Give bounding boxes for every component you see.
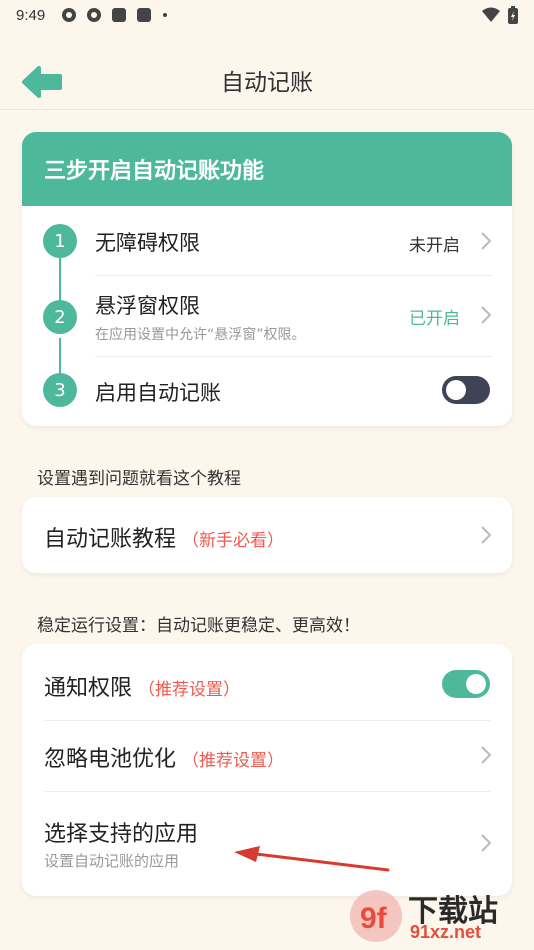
tutorial-title-line: 自动记账教程 （新手必看） — [44, 521, 284, 553]
setting-hint: （推荐设置） — [182, 751, 285, 771]
setting-title: 通知权限 — [44, 676, 133, 701]
setting-title-line: 忽略电池优化 （推荐设置） — [44, 741, 284, 773]
setting-title: 忽略电池优化 — [44, 747, 177, 772]
setting-title-line: 通知权限 （推荐设置） — [44, 670, 240, 702]
step-title: 无障碍权限 — [95, 231, 200, 255]
watermark-logo-icon: 9f — [350, 890, 402, 942]
steps-card-heading: 三步开启自动记账功能 — [22, 132, 512, 206]
notification-permission-row[interactable]: 通知权限 （推荐设置） — [22, 644, 512, 720]
app-notification-icon — [137, 8, 152, 22]
chevron-right-icon — [481, 834, 492, 852]
site-watermark: 9f 下载站 91xz.net — [348, 886, 528, 946]
step-enable-auto-bookkeeping: 3 启用自动记账 — [22, 357, 512, 425]
more-notifications-dot — [163, 13, 168, 17]
step-status: 未开启 — [409, 236, 460, 256]
status-bar: 9:49 — [0, 0, 534, 30]
notification-permission-toggle[interactable] — [442, 670, 490, 698]
setting-subtitle: 设置自动记账的应用 — [44, 852, 180, 870]
chevron-right-icon — [481, 232, 492, 250]
battery-optimization-row[interactable]: 忽略电池优化 （推荐设置） — [22, 721, 512, 791]
step-title: 悬浮窗权限 — [95, 294, 200, 318]
status-time: 9:49 — [16, 6, 46, 24]
setting-hint: （推荐设置） — [138, 680, 241, 700]
auto-bookkeeping-toggle[interactable] — [442, 376, 490, 404]
tutorial-title: 自动记账教程 — [44, 527, 177, 552]
page-title: 自动记账 — [221, 69, 313, 96]
tutorial-row[interactable]: 自动记账教程 （新手必看） — [22, 497, 512, 573]
setup-steps-card: 三步开启自动记账功能 1 无障碍权限 未开启 2 悬浮窗权限 在应用设置中允许“… — [22, 132, 512, 426]
step-status: 已开启 — [409, 309, 460, 329]
wifi-icon — [482, 7, 500, 22]
app-header: 自动记账 — [0, 50, 534, 110]
tutorial-section-label: 设置遇到问题就看这个教程 — [37, 469, 241, 489]
chevron-right-icon — [481, 526, 492, 544]
annotation-arrow-icon — [234, 846, 390, 872]
app-notification-icon — [112, 8, 127, 22]
step-number-badge: 1 — [43, 224, 77, 258]
step-accessibility-permission[interactable]: 1 无障碍权限 未开启 — [22, 206, 512, 276]
watermark-site: 91xz.net — [410, 922, 482, 942]
step-title: 启用自动记账 — [95, 381, 221, 405]
app-notification-icon — [87, 8, 102, 22]
watermark-logo-mark: 9f — [360, 902, 388, 935]
setting-title: 选择支持的应用 — [44, 822, 199, 847]
step-number-badge: 2 — [43, 300, 77, 334]
step-overlay-permission[interactable]: 2 悬浮窗权限 在应用设置中允许“悬浮窗”权限。 已开启 — [22, 276, 512, 356]
chevron-right-icon — [481, 746, 492, 764]
back-arrow-icon[interactable] — [20, 64, 64, 100]
chevron-right-icon — [481, 306, 492, 324]
stability-section-label: 稳定运行设置：自动记账更稳定、更高效！ — [37, 616, 360, 636]
app-notification-icon — [62, 8, 77, 22]
battery-icon — [508, 6, 518, 24]
step-subtitle: 在应用设置中允许“悬浮窗”权限。 — [95, 327, 306, 343]
tutorial-hint: （新手必看） — [182, 531, 285, 551]
step-number-badge: 3 — [43, 373, 77, 407]
